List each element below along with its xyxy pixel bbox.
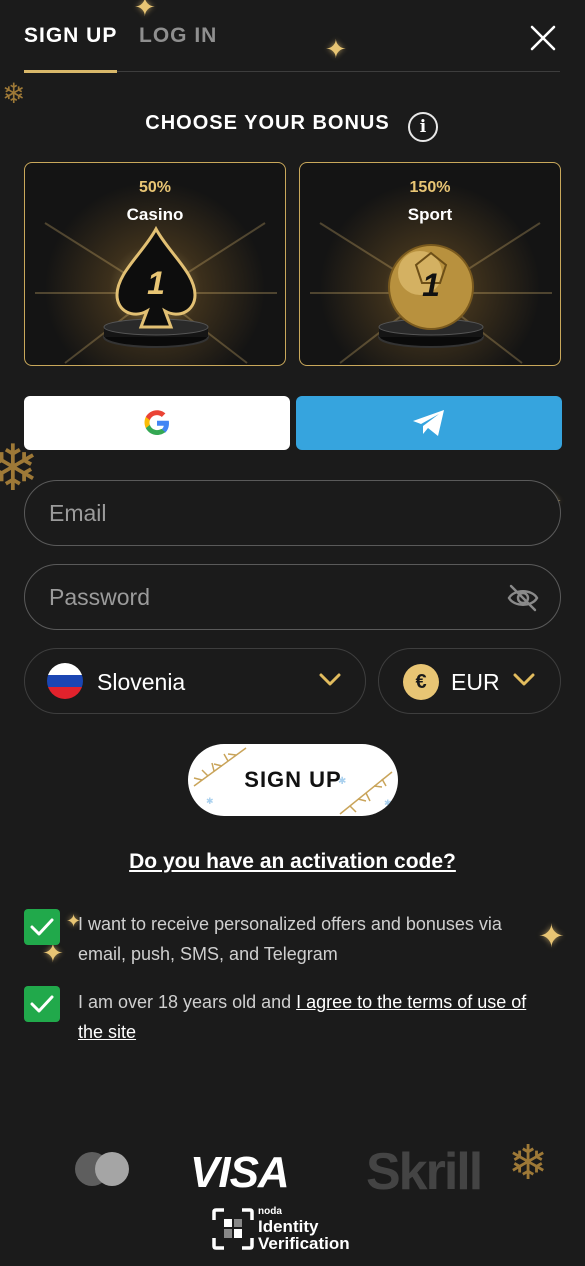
mastercard-icon [75, 1152, 129, 1186]
activation-code-link[interactable]: Do you have an activation code? [0, 850, 585, 874]
slovenia-flag-icon [47, 663, 83, 699]
tab-log-in[interactable]: LOG IN [139, 22, 217, 72]
snowflake-decoration: ❄ [2, 78, 26, 109]
bonus-title: CHOOSE YOUR BONUS [145, 112, 390, 134]
check-icon [30, 918, 54, 936]
close-icon [530, 25, 556, 51]
google-icon [144, 410, 169, 435]
google-sign-in-button[interactable] [24, 396, 290, 450]
bonus-card-casino[interactable]: 50% Casino 1 [24, 162, 286, 366]
sign-up-button[interactable]: ✱ ✱ ✱ SIGN UP [188, 744, 398, 816]
offers-consent-text: I want to receive personalized offers an… [78, 914, 502, 964]
tab-sign-up[interactable]: SIGN UP [24, 22, 118, 73]
eye-off-icon[interactable] [506, 583, 540, 613]
sign-up-label: SIGN UP [244, 767, 342, 792]
bonus-badge: 1 [147, 265, 165, 301]
country-value: Slovenia [97, 669, 186, 695]
age-terms-checkbox[interactable] [24, 986, 60, 1022]
identity-label-line1: Identity [258, 1217, 319, 1236]
close-button[interactable] [529, 24, 557, 52]
svg-text:✱: ✱ [384, 798, 393, 808]
age-consent-label: I am over 18 years old and [78, 992, 297, 1012]
euro-coin-icon: € [403, 664, 439, 700]
chevron-down-icon [319, 673, 341, 686]
bonus-percent: 150% [409, 179, 451, 196]
skrill-logo: Skrill [366, 1143, 483, 1201]
identity-label-line2: Verification [258, 1234, 350, 1253]
age-consent-text: I am over 18 years old and I agree to th… [78, 987, 548, 1047]
offers-checkbox[interactable] [24, 909, 60, 945]
svg-text:✱: ✱ [206, 796, 215, 806]
password-field[interactable] [24, 564, 561, 630]
bonus-name: Sport [407, 205, 453, 224]
identity-verification-label: Identity Verification [258, 1218, 350, 1252]
bonus-name: Casino [126, 205, 184, 224]
auth-tabs: SIGN UP LOG IN [24, 22, 560, 73]
chevron-down-icon [513, 673, 535, 686]
noda-label: noda [258, 1206, 282, 1217]
telegram-icon [413, 410, 444, 436]
password-input[interactable] [49, 565, 509, 629]
snowflake-decoration: ❄ [508, 1137, 549, 1190]
visa-logo: VISA [190, 1148, 290, 1197]
telegram-sign-in-button[interactable] [296, 396, 562, 450]
currency-value: EUR [451, 669, 500, 695]
currency-select[interactable]: € EUR [378, 648, 561, 714]
info-icon[interactable]: i [408, 112, 438, 142]
sparkle-decoration: ✦ [134, 0, 156, 22]
bonus-percent: 50% [138, 179, 172, 196]
email-input[interactable] [49, 481, 509, 545]
bonus-badge: 1 [422, 267, 440, 303]
bonus-card-sport[interactable]: 150% Sport 1 [299, 162, 561, 366]
check-icon [30, 995, 54, 1013]
country-select[interactable]: Slovenia [24, 648, 366, 714]
email-field[interactable] [24, 480, 561, 546]
identity-verification-icon [212, 1208, 254, 1250]
